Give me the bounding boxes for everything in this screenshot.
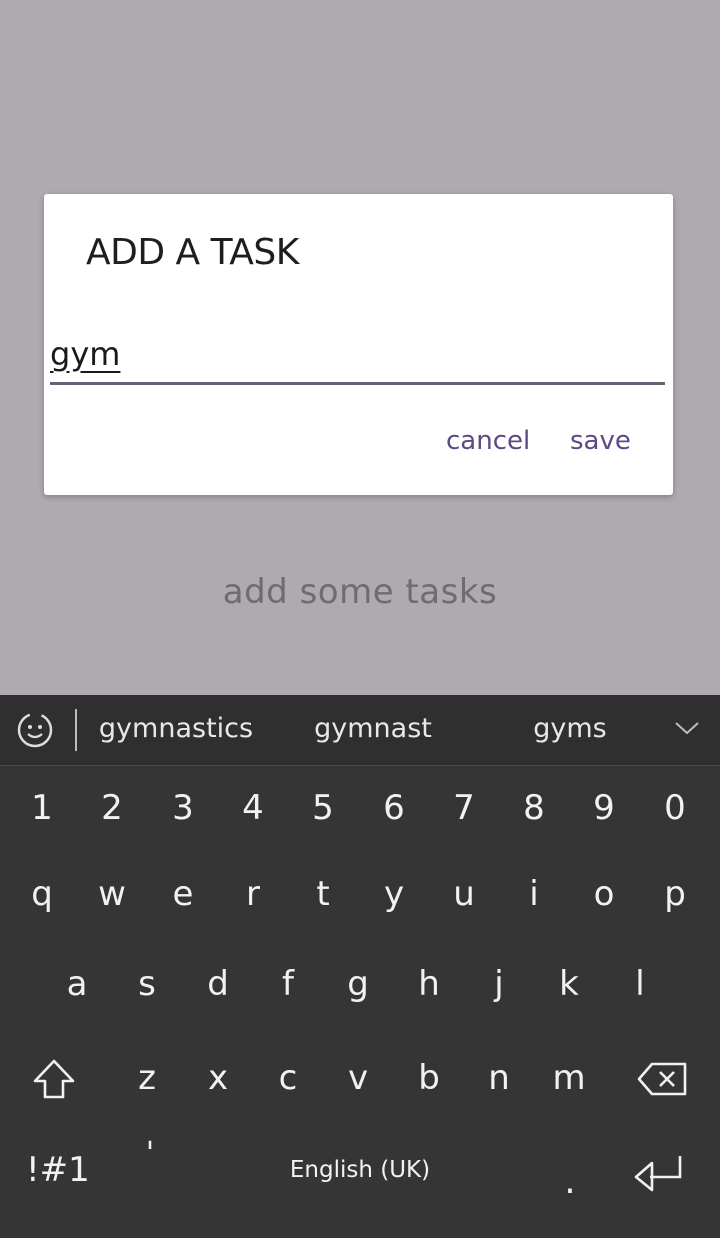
key-h[interactable]: h <box>399 949 459 1019</box>
key-7[interactable]: 7 <box>434 773 494 843</box>
key-f[interactable]: f <box>258 949 318 1019</box>
key-u[interactable]: u <box>434 859 494 929</box>
emoji-switch-icon[interactable] <box>16 711 54 749</box>
key-d[interactable]: d <box>188 949 248 1019</box>
add-task-dialog: ADD A TASK cancel save <box>44 194 673 495</box>
key-t[interactable]: t <box>293 859 353 929</box>
key-6[interactable]: 6 <box>364 773 424 843</box>
key-z[interactable]: z <box>117 1043 177 1113</box>
key-0[interactable]: 0 <box>645 773 705 843</box>
key-s[interactable]: s <box>117 949 177 1019</box>
enter-icon[interactable] <box>630 1153 686 1193</box>
key-a[interactable]: a <box>47 949 107 1019</box>
key-period[interactable]: . <box>540 1147 600 1217</box>
cancel-button[interactable]: cancel <box>446 426 530 456</box>
key-m[interactable]: m <box>539 1043 599 1113</box>
key-8[interactable]: 8 <box>504 773 564 843</box>
suggestion-3[interactable]: gyms <box>480 713 660 744</box>
symbols-key[interactable]: !#1 <box>26 1135 90 1205</box>
key-p[interactable]: p <box>645 859 705 929</box>
suggestion-2[interactable]: gymnast <box>283 713 463 744</box>
key-2[interactable]: 2 <box>82 773 142 843</box>
shift-arrow-icon[interactable] <box>30 1057 78 1101</box>
key-e[interactable]: e <box>153 859 213 929</box>
key-1[interactable]: 1 <box>12 773 72 843</box>
suggestion-divider <box>75 709 77 751</box>
key-n[interactable]: n <box>469 1043 529 1113</box>
soft-keyboard: gymnastics gymnast gyms 1 2 3 4 5 6 7 8 … <box>0 695 720 1238</box>
backspace-icon[interactable] <box>636 1061 688 1097</box>
space-bar[interactable]: English (UK) <box>220 1135 500 1205</box>
key-i[interactable]: i <box>504 859 564 929</box>
key-g[interactable]: g <box>328 949 388 1019</box>
key-v[interactable]: v <box>328 1043 388 1113</box>
key-c[interactable]: c <box>258 1043 318 1113</box>
key-3[interactable]: 3 <box>153 773 213 843</box>
task-input[interactable] <box>50 326 665 385</box>
key-q[interactable]: q <box>12 859 72 929</box>
key-y[interactable]: y <box>364 859 424 929</box>
save-button[interactable]: save <box>570 426 631 456</box>
key-9[interactable]: 9 <box>574 773 634 843</box>
chevron-down-icon[interactable] <box>674 717 700 739</box>
key-5[interactable]: 5 <box>293 773 353 843</box>
key-o[interactable]: o <box>574 859 634 929</box>
empty-state-text: add some tasks <box>222 572 498 612</box>
dialog-title: ADD A TASK <box>86 232 299 273</box>
key-apostrophe[interactable]: ' <box>130 1119 170 1189</box>
key-k[interactable]: k <box>539 949 599 1019</box>
key-j[interactable]: j <box>469 949 529 1019</box>
suggestion-bar: gymnastics gymnast gyms <box>0 695 720 766</box>
suggestion-1[interactable]: gymnastics <box>86 713 266 744</box>
key-r[interactable]: r <box>223 859 283 929</box>
key-w[interactable]: w <box>82 859 142 929</box>
key-x[interactable]: x <box>188 1043 248 1113</box>
screen: add some tasks ADD A TASK cancel save gy… <box>0 0 720 1238</box>
key-4[interactable]: 4 <box>223 773 283 843</box>
key-b[interactable]: b <box>399 1043 459 1113</box>
key-l[interactable]: l <box>610 949 670 1019</box>
